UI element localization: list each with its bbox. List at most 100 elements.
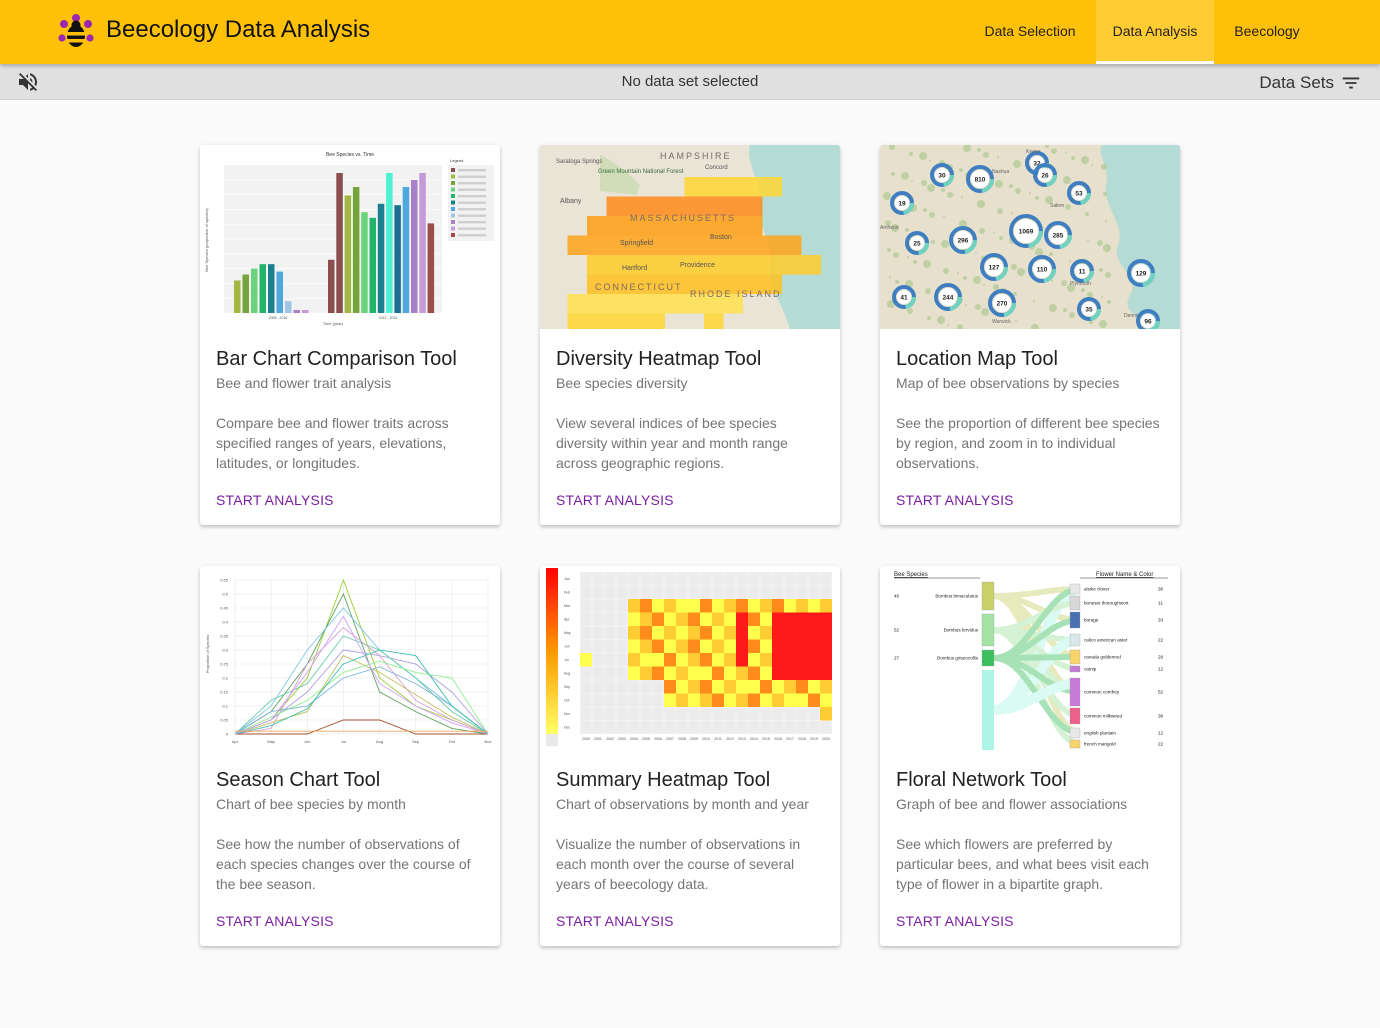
card-subtitle: Chart of bee species by month (216, 796, 406, 812)
heatmap-cell (712, 680, 724, 694)
heatmap-cell (640, 653, 652, 667)
month-label: Nov (564, 712, 570, 716)
map-dot (1013, 160, 1021, 168)
card-title: Diversity Heatmap Tool (556, 348, 762, 370)
map-dot (1105, 220, 1107, 222)
y-tick-label: 0.55 (220, 578, 229, 583)
flower-count: 33 (1158, 618, 1164, 623)
tab-beecology[interactable]: Beecology (1218, 0, 1316, 64)
season-chart-thumbnail[interactable]: 0.55 0.5 0.45 0.4 0.35 0.3 0.25 0.2 0.15 0.1 0.05 0… (200, 566, 500, 750)
heatmap-cell (645, 313, 665, 329)
heatmap-cell (760, 680, 772, 694)
heatmap-cell (760, 639, 772, 653)
data-sets-button[interactable]: Data Sets (1259, 71, 1362, 95)
map-dot (907, 308, 913, 314)
start-analysis-button[interactable]: START ANALYSIS (556, 913, 674, 929)
map-dot (1011, 264, 1017, 270)
map-label-albany: Albany (560, 198, 582, 205)
heatmap-cell (772, 626, 784, 640)
map-label-springfield: Springfield (620, 240, 653, 247)
card-subtitle: Graph of bee and flower associations (896, 796, 1128, 812)
bee-logo-icon[interactable] (56, 12, 96, 52)
start-analysis-button[interactable]: START ANALYSIS (556, 492, 674, 508)
map-dot (995, 180, 1003, 188)
flower-node (1069, 595, 1081, 611)
heatmap-cell (688, 653, 700, 667)
heatmap-cell (796, 612, 808, 626)
heatmap-cell (772, 639, 784, 653)
start-analysis-button[interactable]: START ANALYSIS (896, 492, 1014, 508)
map-dot (947, 324, 949, 326)
bar-mark (242, 274, 249, 313)
card-subtitle: Bee and flower trait analysis (216, 375, 392, 391)
map-dot (925, 288, 931, 294)
heatmap-cell (820, 626, 832, 640)
bar-chart-thumbnail[interactable]: Bee Species vs. Time Bee Species (propor… (200, 145, 500, 329)
heatmap-cell (628, 626, 640, 640)
month-label: Dec (564, 725, 570, 729)
map-dot (959, 168, 963, 172)
diversity-heatmap-thumbnail[interactable]: HAMPSHIRE MASSACHUSETTS CONNECTICUT RHOD… (540, 145, 840, 329)
map-label-salem: Salem (1050, 203, 1064, 209)
flower-name: borage (1084, 618, 1099, 623)
flower-node (1069, 583, 1081, 595)
heatmap-cell (688, 599, 700, 613)
card-season-chart-tool: 0.55 0.5 0.45 0.4 0.35 0.3 0.25 0.2 0.15 0.1 0.05 0… (200, 566, 500, 946)
heatmap-cell (640, 639, 652, 653)
cluster-count: 19 (898, 200, 906, 207)
heatmap-cell (587, 216, 607, 236)
heatmap-cell (760, 693, 772, 707)
flower-name: boneset thoroughwort (1084, 601, 1129, 606)
bar-mark (285, 301, 292, 313)
start-analysis-button[interactable]: START ANALYSIS (896, 913, 1014, 929)
heatmap-cell (652, 599, 664, 613)
map-dot (1015, 188, 1021, 194)
map-dot (1015, 320, 1017, 322)
map-dot (923, 260, 931, 268)
map-dot (907, 256, 909, 258)
bee-count: 27 (894, 656, 900, 661)
tab-data-analysis[interactable]: Data Analysis (1096, 0, 1214, 64)
heatmap-cell (688, 666, 700, 680)
map-dot (1081, 288, 1085, 292)
bee-node (981, 613, 995, 647)
bar-mark (394, 205, 401, 313)
location-map-thumbnail[interactable]: 32 30 810 26 53 19 1069 285 25 296 127 110 11 129 41 24… (880, 145, 1180, 329)
map-dot (1097, 240, 1103, 246)
heatmap-cell (820, 599, 832, 613)
heatmap-cell (652, 666, 664, 680)
cluster-count: 26 (1041, 172, 1049, 179)
start-analysis-button[interactable]: START ANALYSIS (216, 913, 334, 929)
bar-mark (386, 173, 393, 313)
start-analysis-button[interactable]: START ANALYSIS (216, 492, 334, 508)
heatmap-cell (606, 313, 626, 329)
map-label-keene: Keene (1026, 149, 1041, 155)
heatmap-cell (640, 599, 652, 613)
heatmap-cell (664, 599, 676, 613)
map-dot (901, 172, 909, 180)
map-dot (1035, 248, 1043, 256)
x-tick-label: Nov (484, 739, 491, 744)
summary-heatmap-thumbnail[interactable]: Jan Feb Mar Apr May Jun Jul Aug Sep Oct Nov Dec 2000… (540, 566, 840, 750)
map-label-hampshire: HAMPSHIRE (660, 151, 732, 161)
map-dot (883, 192, 891, 200)
floral-network-thumbnail[interactable]: Bee Species Flower Name & Color 46 Bombus… (880, 566, 1180, 750)
heatmap-cell (796, 639, 808, 653)
heatmap-cell (676, 612, 688, 626)
heatmap-cell (772, 680, 784, 694)
heatmap-cell (700, 653, 712, 667)
heatmap-cell (587, 313, 607, 329)
heatmap-cell (704, 313, 724, 329)
map-dot (947, 192, 953, 198)
map-label-boston: Boston (710, 234, 732, 241)
map-dot (1091, 164, 1093, 166)
map-dot (1049, 252, 1053, 256)
map-dot (1033, 300, 1035, 302)
heatmap-cell (688, 693, 700, 707)
map-dot (1101, 296, 1103, 298)
tab-data-selection[interactable]: Data Selection (968, 0, 1092, 64)
legend-text-line (458, 195, 486, 198)
map-dot (887, 248, 891, 252)
data-sets-label: Data Sets (1259, 73, 1334, 92)
heatmap-cell (640, 666, 652, 680)
